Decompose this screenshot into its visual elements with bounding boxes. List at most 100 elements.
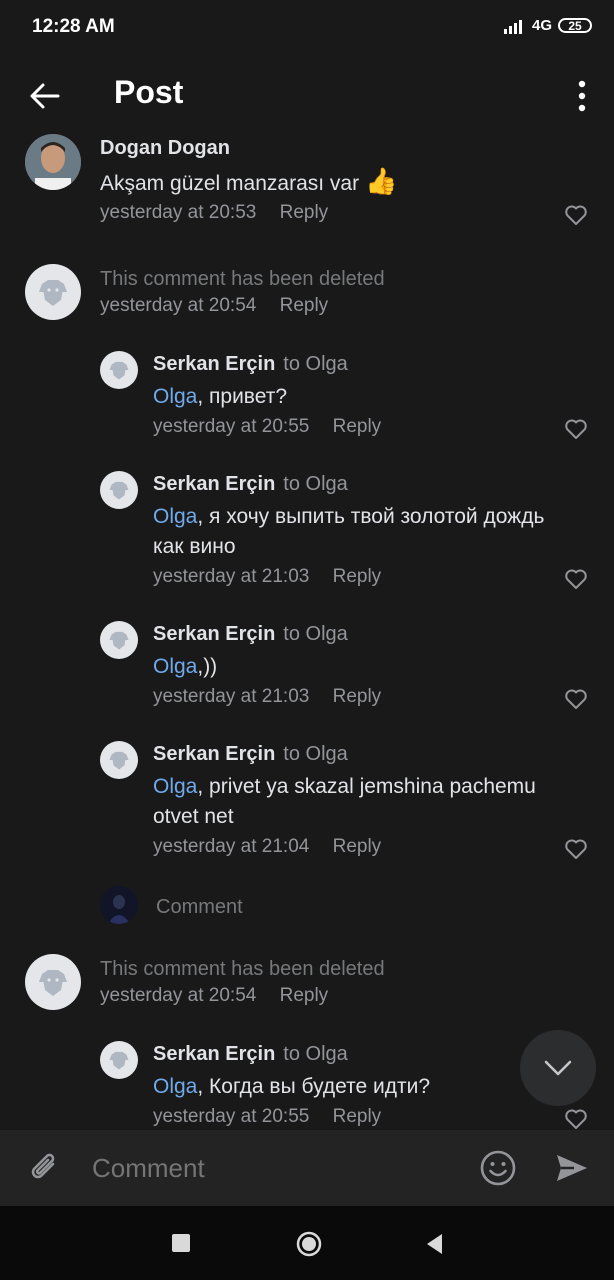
comment: Dogan Dogan Akşam güzel manzarası var 👍 … — [0, 134, 614, 244]
comment-meta: yesterday at 21:03 Reply — [153, 566, 381, 588]
status-indicators: 4G 25 — [503, 17, 592, 34]
status-time: 12:28 AM — [32, 16, 115, 37]
comment-meta: yesterday at 21:04 Reply — [153, 836, 381, 858]
reply-button[interactable]: Reply — [280, 202, 329, 223]
comment-deleted: This comment has been deleted yesterday … — [0, 264, 614, 344]
home-icon[interactable] — [296, 1231, 322, 1257]
reply-to: to Olga — [283, 743, 348, 765]
reply-comment: Serkan Erçin to Olga Olga, привет? yester… — [0, 351, 614, 451]
add-comment-label[interactable]: Comment — [156, 896, 243, 919]
page-title: Post — [114, 74, 184, 110]
heart-icon[interactable] — [564, 418, 588, 440]
signal-icon — [503, 19, 522, 34]
mention-link[interactable]: Olga — [153, 505, 197, 528]
reply-button[interactable]: Reply — [333, 566, 382, 587]
deactivated-dog-icon — [109, 361, 129, 380]
comment-author[interactable]: Serkan Erçin to Olga — [153, 1043, 348, 1066]
comment-text: Olga, я хочу выпить твой золотой дождь к… — [153, 502, 553, 562]
comment-text: Akşam güzel manzarası var 👍 — [100, 166, 560, 199]
author-name[interactable]: Serkan Erçin — [153, 623, 275, 645]
comment-time: yesterday at 21:03 — [153, 686, 310, 707]
reply-to: to Olga — [283, 473, 348, 495]
paperclip-icon[interactable] — [24, 1148, 64, 1188]
reply-comment: Serkan Erçin to Olga Olga, я хочу выпить … — [0, 471, 614, 601]
thumbs-up-emoji: 👍 — [364, 166, 398, 196]
user-photo-icon — [25, 134, 81, 190]
deleted-comment-text: This comment has been deleted — [100, 958, 385, 980]
deactivated-dog-icon — [39, 280, 67, 306]
battery-icon: 25 — [558, 18, 592, 33]
heart-icon[interactable] — [564, 1108, 588, 1130]
back-arrow-icon[interactable] — [26, 78, 62, 114]
comment-time: yesterday at 21:03 — [153, 566, 310, 587]
comment-text-body: , привет? — [197, 385, 288, 408]
avatar — [25, 954, 81, 1010]
comment-meta: yesterday at 20:55 Reply — [153, 1106, 381, 1128]
comment-meta: yesterday at 20:54 Reply — [100, 295, 328, 317]
avatar[interactable] — [100, 1041, 138, 1079]
reply-button[interactable]: Reply — [333, 836, 382, 857]
status-bar: 12:28 AM 4G 25 — [0, 0, 614, 56]
comment-composer — [0, 1130, 614, 1206]
reply-to: to Olga — [283, 353, 348, 375]
comment-author[interactable]: Serkan Erçin to Olga — [153, 623, 348, 646]
deactivated-dog-icon — [109, 481, 129, 500]
comment-time: yesterday at 21:04 — [153, 836, 310, 857]
avatar[interactable] — [100, 351, 138, 389]
comment-time: yesterday at 20:55 — [153, 1106, 310, 1127]
comment-text-body: ,)) — [197, 655, 218, 678]
comment-time: yesterday at 20:54 — [100, 985, 257, 1006]
reply-button[interactable]: Reply — [333, 416, 382, 437]
comment-time: yesterday at 20:53 — [100, 202, 257, 223]
comment-input[interactable] — [90, 1152, 454, 1185]
avatar — [25, 264, 81, 320]
author-name[interactable]: Serkan Erçin — [153, 353, 275, 375]
deactivated-dog-icon — [109, 1051, 129, 1070]
heart-icon[interactable] — [564, 688, 588, 710]
heart-icon[interactable] — [564, 204, 588, 226]
add-comment-row[interactable]: Comment — [0, 886, 614, 926]
avatar[interactable] — [25, 134, 81, 190]
mention-link[interactable]: Olga — [153, 1075, 197, 1098]
comment-meta: yesterday at 21:03 Reply — [153, 686, 381, 708]
comment-meta: yesterday at 20:54 Reply — [100, 985, 328, 1007]
recents-icon[interactable] — [172, 1234, 190, 1252]
heart-icon[interactable] — [564, 568, 588, 590]
heart-icon[interactable] — [564, 838, 588, 860]
comment-author[interactable]: Serkan Erçin to Olga — [153, 473, 348, 496]
comment-time: yesterday at 20:55 — [153, 416, 310, 437]
reply-button[interactable]: Reply — [280, 985, 329, 1006]
deactivated-dog-icon — [39, 970, 67, 996]
more-vertical-icon[interactable] — [572, 78, 592, 114]
emoji-icon[interactable] — [478, 1148, 518, 1188]
author-name[interactable]: Serkan Erçin — [153, 743, 275, 765]
avatar[interactable] — [100, 741, 138, 779]
avatar[interactable] — [100, 621, 138, 659]
send-icon[interactable] — [552, 1148, 592, 1188]
reply-to: to Olga — [283, 623, 348, 645]
comment-text-body: , я хочу выпить твой золотой дождь как в… — [153, 505, 545, 558]
comment-author[interactable]: Dogan Dogan — [100, 137, 230, 160]
author-name[interactable]: Serkan Erçin — [153, 473, 275, 495]
avatar[interactable] — [100, 471, 138, 509]
reply-comment: Serkan Erçin to Olga Olga,)) yesterday at… — [0, 621, 614, 721]
reply-button[interactable]: Reply — [333, 686, 382, 707]
reply-button[interactable]: Reply — [333, 1106, 382, 1127]
author-name[interactable]: Serkan Erçin — [153, 1043, 275, 1065]
comment-author[interactable]: Serkan Erçin to Olga — [153, 743, 348, 766]
comment-meta: yesterday at 20:53 Reply — [100, 202, 328, 224]
comment-text: Olga, Когда вы будете идти? — [153, 1072, 513, 1102]
app-bar: Post — [0, 56, 614, 134]
comment-text: Olga,)) — [153, 652, 553, 682]
comment-author[interactable]: Serkan Erçin to Olga — [153, 353, 348, 376]
comment-text: Olga, privet ya skazal jemshina pachemu … — [153, 772, 583, 832]
comment-text-body: Akşam güzel manzarası var — [100, 172, 360, 195]
scroll-down-button[interactable] — [520, 1030, 596, 1106]
mention-link[interactable]: Olga — [153, 385, 197, 408]
mention-link[interactable]: Olga — [153, 655, 197, 678]
mention-link[interactable]: Olga — [153, 775, 197, 798]
deactivated-dog-icon — [109, 631, 129, 650]
reply-button[interactable]: Reply — [280, 295, 329, 316]
comment-text: Olga, привет? — [153, 382, 563, 412]
system-back-icon[interactable] — [424, 1232, 444, 1256]
